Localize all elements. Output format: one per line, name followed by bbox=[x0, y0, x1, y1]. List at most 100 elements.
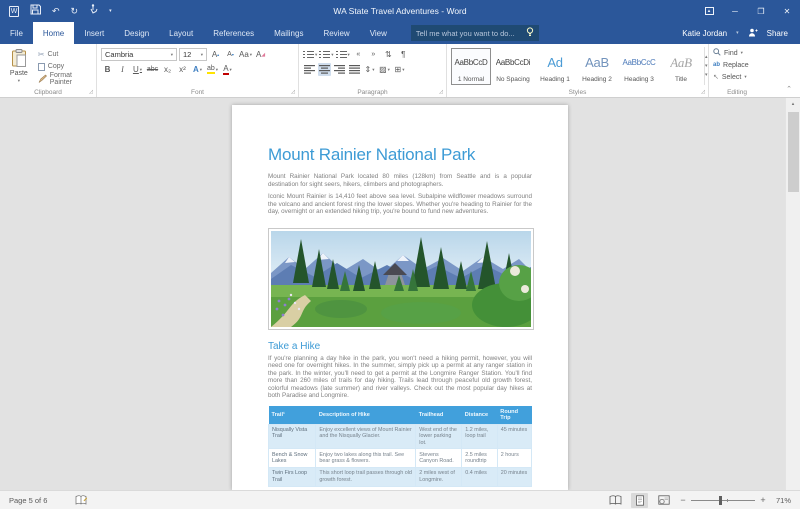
read-mode-button[interactable] bbox=[607, 493, 624, 508]
customize-qat-icon[interactable]: ▾ bbox=[109, 9, 112, 14]
font-family-select[interactable]: Cambria ▾ bbox=[101, 48, 177, 61]
superscript-button[interactable]: x² bbox=[176, 63, 189, 76]
styles-scroll-up-icon[interactable]: ▴ bbox=[705, 54, 708, 60]
status-bar: Page 5 of 6 − + 71% bbox=[0, 490, 800, 509]
underline-button[interactable]: U▾ bbox=[131, 63, 144, 76]
subscript-button[interactable]: x₂ bbox=[161, 63, 174, 76]
multilevel-list-button[interactable]: ▾ bbox=[336, 48, 350, 61]
justify-button[interactable] bbox=[348, 63, 361, 76]
meadow-photo[interactable] bbox=[268, 228, 534, 330]
select-button[interactable]: ↖ Select ▾ bbox=[713, 71, 761, 83]
decrease-indent-button[interactable]: « bbox=[352, 48, 365, 61]
hike-table[interactable]: Trail¹ Description of Hike Trailhead Dis… bbox=[268, 406, 532, 487]
font-color-button[interactable]: A▾ bbox=[221, 63, 234, 76]
table-row: Twin Firs Loop Trail This short loop tra… bbox=[269, 467, 532, 486]
style-normal[interactable]: AaBbCcD 1 Normal bbox=[451, 48, 491, 85]
user-dropdown-icon[interactable]: ▾ bbox=[736, 30, 739, 36]
paste-clipboard-icon bbox=[11, 49, 27, 69]
text-effects-button[interactable]: A▾ bbox=[191, 63, 204, 76]
align-right-button[interactable] bbox=[333, 63, 346, 76]
change-case-button[interactable]: Aa▾ bbox=[239, 48, 252, 61]
bold-button[interactable]: B bbox=[101, 63, 114, 76]
copy-icon bbox=[38, 63, 45, 71]
tab-review[interactable]: Review bbox=[313, 22, 359, 44]
scroll-up-icon[interactable]: ▴ bbox=[786, 98, 800, 110]
shading-icon: ▨ bbox=[379, 65, 387, 74]
zoom-out-icon[interactable]: − bbox=[679, 495, 687, 505]
tell-me-search-input[interactable]: Tell me what you want to do... bbox=[411, 25, 539, 41]
shading-button[interactable]: ▨▾ bbox=[378, 63, 391, 76]
tab-references[interactable]: References bbox=[203, 22, 264, 44]
tab-layout[interactable]: Layout bbox=[159, 22, 203, 44]
ribbon-display-options-icon[interactable]: ▴ bbox=[696, 0, 722, 22]
borders-button[interactable]: ⊞▾ bbox=[393, 63, 406, 76]
highlight-color-button[interactable]: ab▾ bbox=[206, 63, 219, 76]
style-heading-2[interactable]: AaB Heading 2 bbox=[577, 48, 617, 85]
styles-gallery-more-icon[interactable]: ▾ bbox=[705, 72, 708, 78]
close-icon[interactable]: ✕ bbox=[774, 0, 800, 22]
table-row: Bench & Snow Lakes Enjoy two lakes along… bbox=[269, 449, 532, 468]
share-button[interactable]: Share bbox=[767, 29, 788, 38]
minimize-icon[interactable]: ─ bbox=[722, 0, 748, 22]
numbering-button[interactable]: ▾ bbox=[319, 48, 333, 61]
title-bar: WA State Travel Adventures - Word W ↶ ↻ … bbox=[0, 0, 800, 22]
styles-scroll-down-icon[interactable]: ▾ bbox=[705, 63, 708, 69]
multilevel-dropdown-icon: ▾ bbox=[348, 52, 350, 58]
vertical-scrollbar[interactable]: ▴ bbox=[785, 98, 800, 490]
format-painter-button[interactable]: Format Painter bbox=[38, 73, 92, 85]
show-paragraph-marks-button[interactable]: ¶ bbox=[397, 48, 410, 61]
redo-icon[interactable]: ↻ bbox=[71, 7, 79, 16]
find-button[interactable]: Find ▾ bbox=[713, 47, 761, 59]
touch-mode-icon[interactable] bbox=[89, 2, 98, 20]
tab-mailings[interactable]: Mailings bbox=[264, 22, 313, 44]
zoom-slider[interactable] bbox=[691, 496, 755, 505]
align-left-button[interactable] bbox=[303, 63, 316, 76]
scrollbar-thumb[interactable] bbox=[788, 112, 799, 192]
style-no-spacing[interactable]: AaBbCcDi No Spacing bbox=[493, 48, 533, 85]
grow-font-button[interactable]: A▴ bbox=[209, 48, 222, 61]
zoom-in-icon[interactable]: + bbox=[759, 495, 767, 505]
tab-insert[interactable]: Insert bbox=[74, 22, 114, 44]
select-cursor-icon: ↖ bbox=[713, 73, 719, 81]
line-spacing-button[interactable]: ⇕▾ bbox=[363, 63, 376, 76]
copy-button[interactable]: Copy bbox=[38, 61, 92, 72]
strikethrough-button[interactable]: abc bbox=[146, 63, 159, 76]
find-icon bbox=[713, 48, 721, 58]
collapse-ribbon-icon[interactable]: ⌃ bbox=[786, 85, 792, 93]
document-page[interactable]: Mount Rainier National Park Mount Rainie… bbox=[232, 105, 568, 490]
shrink-caret-icon: ▾ bbox=[232, 52, 234, 57]
clipboard-group: Paste ▾ ✂ Cut Copy Format Painter ◿ Clip… bbox=[0, 44, 97, 97]
tab-home[interactable]: Home bbox=[33, 22, 74, 44]
italic-button[interactable]: I bbox=[116, 63, 129, 76]
font-family-dropdown-icon: ▾ bbox=[168, 52, 173, 58]
signed-in-user[interactable]: Katie Jordan bbox=[682, 29, 727, 38]
print-layout-button[interactable] bbox=[631, 493, 648, 508]
shrink-font-button[interactable]: A▾ bbox=[224, 48, 237, 61]
tab-design[interactable]: Design bbox=[114, 22, 159, 44]
borders-dropdown-icon: ▾ bbox=[402, 67, 404, 73]
proofing-status-icon[interactable] bbox=[75, 495, 87, 505]
font-size-select[interactable]: 12 ▾ bbox=[179, 48, 207, 61]
align-center-button[interactable] bbox=[318, 63, 331, 76]
sort-button[interactable]: ⇅ bbox=[382, 48, 395, 61]
clear-formatting-button[interactable]: A◢ bbox=[254, 48, 267, 61]
bullets-button[interactable]: ▾ bbox=[303, 48, 317, 61]
replace-button[interactable]: ab Replace bbox=[713, 59, 761, 71]
page-indicator[interactable]: Page 5 of 6 bbox=[9, 496, 47, 505]
cut-button[interactable]: ✂ Cut bbox=[38, 49, 92, 60]
style-heading-3[interactable]: AaBbCcC Heading 3 bbox=[619, 48, 659, 85]
web-layout-button[interactable] bbox=[655, 493, 672, 508]
shading-dropdown-icon: ▾ bbox=[388, 67, 390, 73]
increase-indent-button[interactable]: » bbox=[367, 48, 380, 61]
paste-button[interactable]: Paste ▾ bbox=[4, 47, 34, 85]
zoom-percentage[interactable]: 71% bbox=[771, 496, 791, 505]
style-heading-1[interactable]: Ad Heading 1 bbox=[535, 48, 575, 85]
save-icon[interactable] bbox=[30, 2, 41, 20]
tab-file[interactable]: File bbox=[0, 22, 33, 44]
style-title[interactable]: AaB Title bbox=[661, 48, 701, 85]
maximize-icon[interactable]: ❐ bbox=[748, 0, 774, 22]
undo-icon[interactable]: ↶ bbox=[52, 7, 60, 16]
zoom-slider-thumb[interactable] bbox=[719, 496, 722, 505]
tab-view[interactable]: View bbox=[360, 22, 397, 44]
paste-dropdown-icon[interactable]: ▾ bbox=[18, 78, 20, 84]
